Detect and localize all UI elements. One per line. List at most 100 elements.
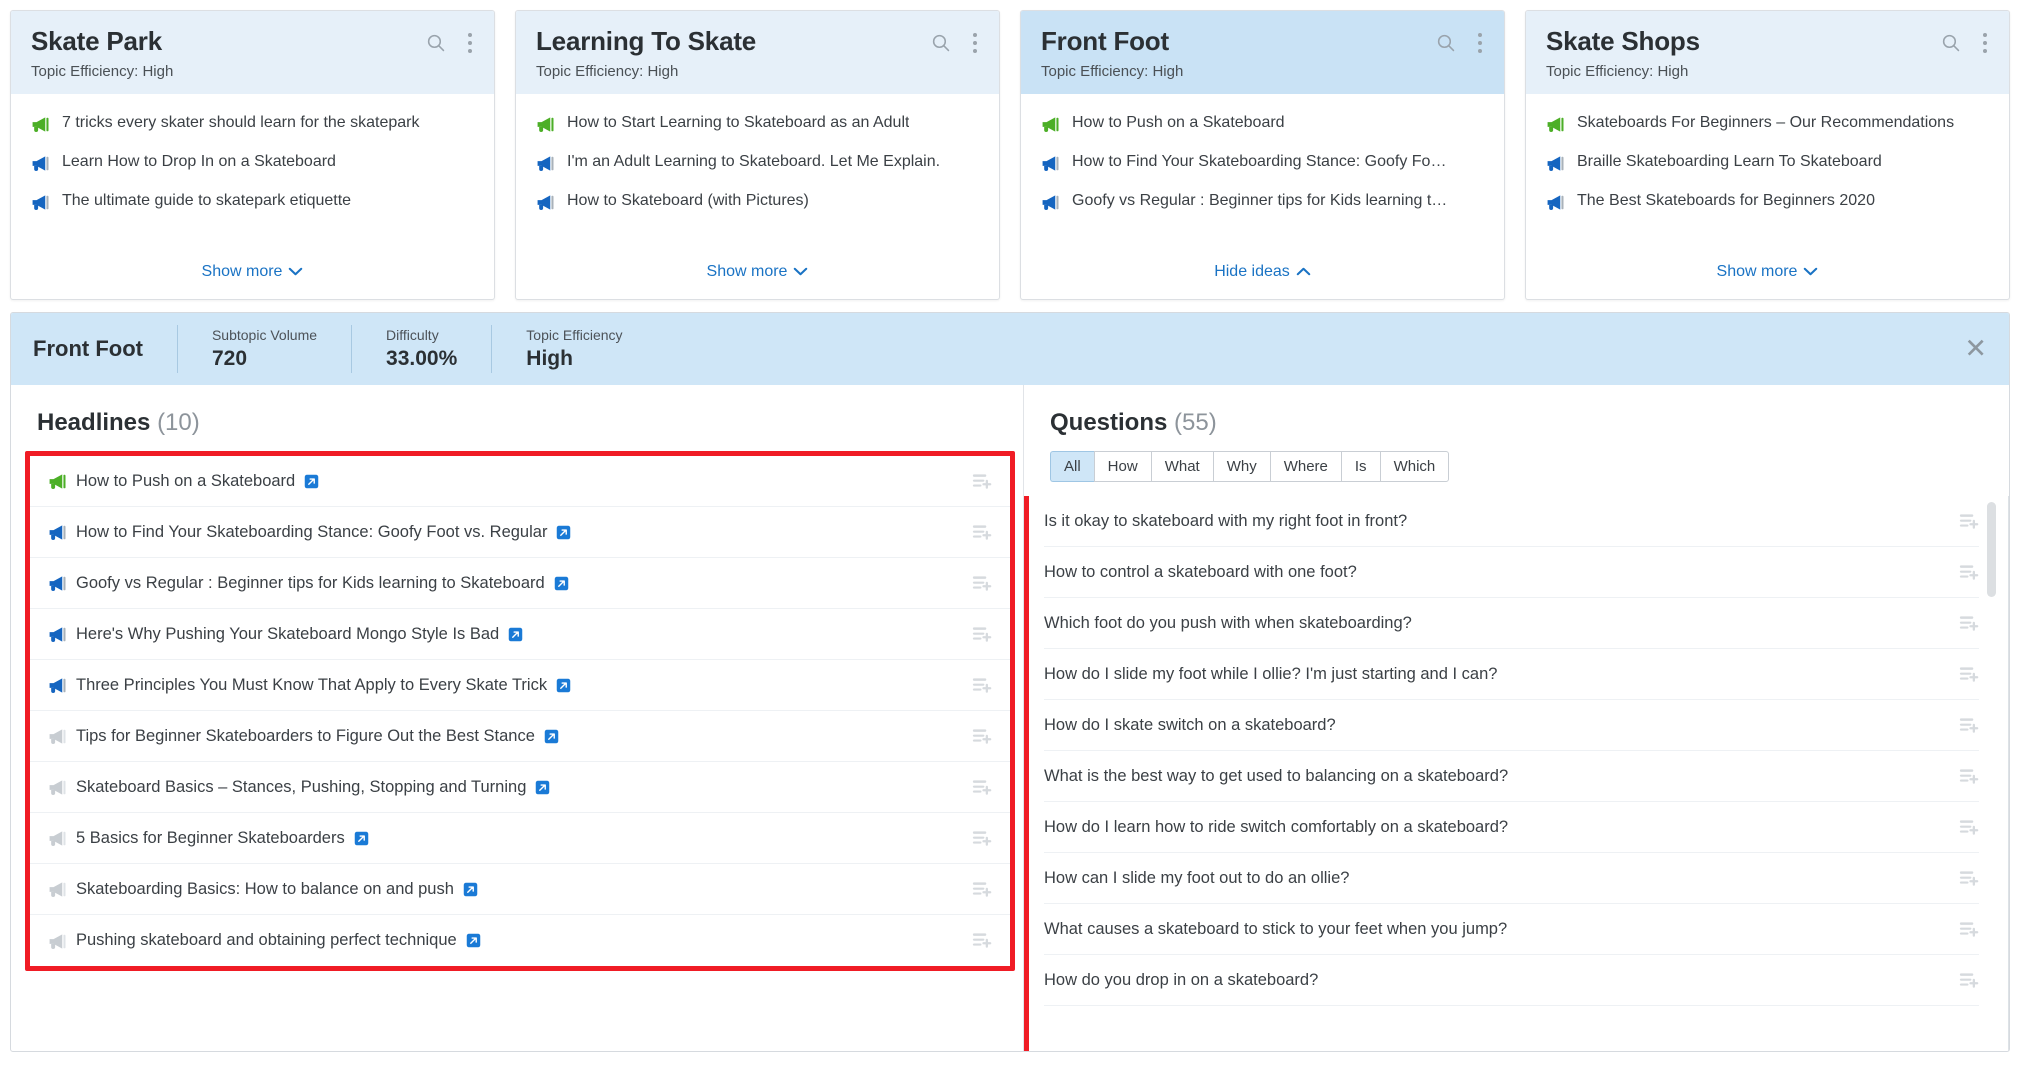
card-idea-row[interactable]: Learn How to Drop In on a Skateboard xyxy=(31,153,474,173)
external-link-icon[interactable] xyxy=(304,474,319,489)
add-to-list-icon[interactable] xyxy=(1958,715,1979,736)
add-to-list-icon[interactable] xyxy=(971,522,992,543)
headline-row[interactable]: How to Push on a Skateboard xyxy=(30,456,1010,507)
card-idea-row[interactable]: How to Push on a Skateboard xyxy=(1041,114,1484,134)
question-filter-why[interactable]: Why xyxy=(1212,451,1270,482)
external-link-icon[interactable] xyxy=(544,729,559,744)
add-to-list-icon[interactable] xyxy=(1958,562,1979,583)
search-icon[interactable] xyxy=(426,33,446,53)
external-link-icon[interactable] xyxy=(463,882,478,897)
question-row[interactable]: How do I slide my foot while I ollie? I'… xyxy=(1044,649,1979,700)
external-link-icon[interactable] xyxy=(554,576,569,591)
add-to-list-icon[interactable] xyxy=(971,828,992,849)
headline-text-wrap: Tips for Beginner Skateboarders to Figur… xyxy=(48,726,971,746)
card-idea-row[interactable]: How to Find Your Skateboarding Stance: G… xyxy=(1041,153,1484,173)
question-filter-what[interactable]: What xyxy=(1150,451,1213,482)
external-link-icon[interactable] xyxy=(354,831,369,846)
more-options-icon[interactable] xyxy=(1977,31,1993,55)
more-options-icon[interactable] xyxy=(967,31,983,55)
more-options-icon[interactable] xyxy=(462,31,478,55)
headline-row[interactable]: Tips for Beginner Skateboarders to Figur… xyxy=(30,711,1010,762)
question-row[interactable]: How do I skate switch on a skateboard? xyxy=(1044,700,1979,751)
card-efficiency-label: Topic Efficiency: xyxy=(31,62,139,80)
card-idea-row[interactable]: 7 tricks every skater should learn for t… xyxy=(31,114,474,134)
external-link-icon[interactable] xyxy=(535,780,550,795)
add-to-list-icon[interactable] xyxy=(971,930,992,951)
scrollbar-thumb[interactable] xyxy=(1987,502,1996,597)
add-to-list-icon[interactable] xyxy=(1958,613,1979,634)
questions-scrollbar[interactable] xyxy=(1987,502,1996,1045)
add-to-list-icon[interactable] xyxy=(1958,766,1979,787)
close-icon[interactable]: ✕ xyxy=(1964,336,1987,363)
external-link-icon[interactable] xyxy=(556,678,571,693)
megaphone-icon xyxy=(49,525,66,541)
add-to-list-icon[interactable] xyxy=(1958,511,1979,532)
headline-row[interactable]: 5 Basics for Beginner Skateboarders xyxy=(30,813,1010,864)
headline-row[interactable]: Skateboard Basics – Stances, Pushing, St… xyxy=(30,762,1010,813)
add-to-list-icon[interactable] xyxy=(971,879,992,900)
question-filter-how[interactable]: How xyxy=(1093,451,1151,482)
question-row[interactable]: Which foot do you push with when skatebo… xyxy=(1044,598,1979,649)
add-to-list-icon[interactable] xyxy=(971,471,992,492)
card-idea-row[interactable]: I'm an Adult Learning to Skateboard. Let… xyxy=(536,153,979,173)
more-options-icon[interactable] xyxy=(1472,31,1488,55)
question-row[interactable]: What is the best way to get used to bala… xyxy=(1044,751,1979,802)
detail-metric: Difficulty 33.00% xyxy=(351,325,491,373)
topic-card[interactable]: Skate Park Topic Efficiency: High 7 tricks… xyxy=(10,10,495,300)
add-to-list-icon[interactable] xyxy=(971,675,992,696)
add-to-list-icon[interactable] xyxy=(1958,664,1979,685)
question-row[interactable]: How do I learn how to ride switch comfor… xyxy=(1044,802,1979,853)
add-to-list-icon[interactable] xyxy=(971,573,992,594)
question-row-partial[interactable] xyxy=(1044,1006,1979,1051)
question-row[interactable]: What causes a skateboard to stick to you… xyxy=(1044,904,1979,955)
card-idea-row[interactable]: Braille Skateboarding Learn To Skateboar… xyxy=(1546,153,1989,173)
card-idea-row[interactable]: Skateboards For Beginners – Our Recommen… xyxy=(1546,114,1989,134)
headline-row[interactable]: Skateboarding Basics: How to balance on … xyxy=(30,864,1010,915)
question-filter-is[interactable]: Is xyxy=(1340,451,1380,482)
questions-list: Is it okay to skateboard with my right f… xyxy=(1029,496,2009,1051)
headline-row[interactable]: How to Find Your Skateboarding Stance: G… xyxy=(30,507,1010,558)
question-filter-all[interactable]: All xyxy=(1050,451,1094,482)
add-to-list-icon[interactable] xyxy=(1958,868,1979,889)
add-to-list-icon[interactable] xyxy=(1958,817,1979,838)
card-toggle-ideas-button[interactable]: Hide ideas xyxy=(1021,255,1504,299)
add-to-list-icon[interactable] xyxy=(1958,919,1979,940)
card-idea-row[interactable]: The ultimate guide to skatepark etiquett… xyxy=(31,192,474,212)
headline-row[interactable]: Goofy vs Regular : Beginner tips for Kid… xyxy=(30,558,1010,609)
card-idea-row[interactable]: How to Start Learning to Skateboard as a… xyxy=(536,114,979,134)
search-icon[interactable] xyxy=(931,33,951,53)
question-filter-which[interactable]: Which xyxy=(1379,451,1450,482)
detail-metric: Subtopic Volume 720 xyxy=(176,325,351,373)
headline-text: Tips for Beginner Skateboarders to Figur… xyxy=(76,726,535,745)
question-filter-label: Which xyxy=(1393,458,1436,475)
search-icon[interactable] xyxy=(1436,33,1456,53)
card-efficiency: Topic Efficiency: High xyxy=(536,63,979,80)
add-to-list-icon[interactable] xyxy=(971,624,992,645)
card-toggle-label: Show more xyxy=(706,263,788,280)
add-to-list-icon[interactable] xyxy=(971,777,992,798)
card-idea-row[interactable]: The Best Skateboards for Beginners 2020 xyxy=(1546,192,1989,212)
headline-row[interactable]: Here's Why Pushing Your Skateboard Mongo… xyxy=(30,609,1010,660)
question-row[interactable]: How to control a skateboard with one foo… xyxy=(1044,547,1979,598)
search-icon[interactable] xyxy=(1941,33,1961,53)
topic-card[interactable]: Front Foot Topic Efficiency: High How to P… xyxy=(1020,10,1505,300)
card-idea-row[interactable]: How to Skateboard (with Pictures) xyxy=(536,192,979,212)
card-toggle-ideas-button[interactable]: Show more xyxy=(11,255,494,299)
card-toggle-ideas-button[interactable]: Show more xyxy=(1526,255,2009,299)
card-idea-row[interactable]: Goofy vs Regular : Beginner tips for Kid… xyxy=(1041,192,1484,212)
headline-text: Pushing skateboard and obtaining perfect… xyxy=(76,931,457,949)
add-to-list-icon[interactable] xyxy=(1958,970,1979,991)
question-row[interactable]: How can I slide my foot out to do an oll… xyxy=(1044,853,1979,904)
topic-card[interactable]: Skate Shops Topic Efficiency: High Skatebo… xyxy=(1525,10,2010,300)
card-toggle-ideas-button[interactable]: Show more xyxy=(516,255,999,299)
headline-row[interactable]: Three Principles You Must Know That Appl… xyxy=(30,660,1010,711)
question-filter-where[interactable]: Where xyxy=(1269,451,1341,482)
headline-row[interactable]: Pushing skateboard and obtaining perfect… xyxy=(30,915,1010,966)
question-row[interactable]: Is it okay to skateboard with my right f… xyxy=(1044,496,1979,547)
external-link-icon[interactable] xyxy=(508,627,523,642)
external-link-icon[interactable] xyxy=(556,525,571,540)
question-row[interactable]: How do you drop in on a skateboard? xyxy=(1044,955,1979,1006)
external-link-icon[interactable] xyxy=(466,933,481,948)
topic-card[interactable]: Learning To Skate Topic Efficiency: High H… xyxy=(515,10,1000,300)
add-to-list-icon[interactable] xyxy=(971,726,992,747)
